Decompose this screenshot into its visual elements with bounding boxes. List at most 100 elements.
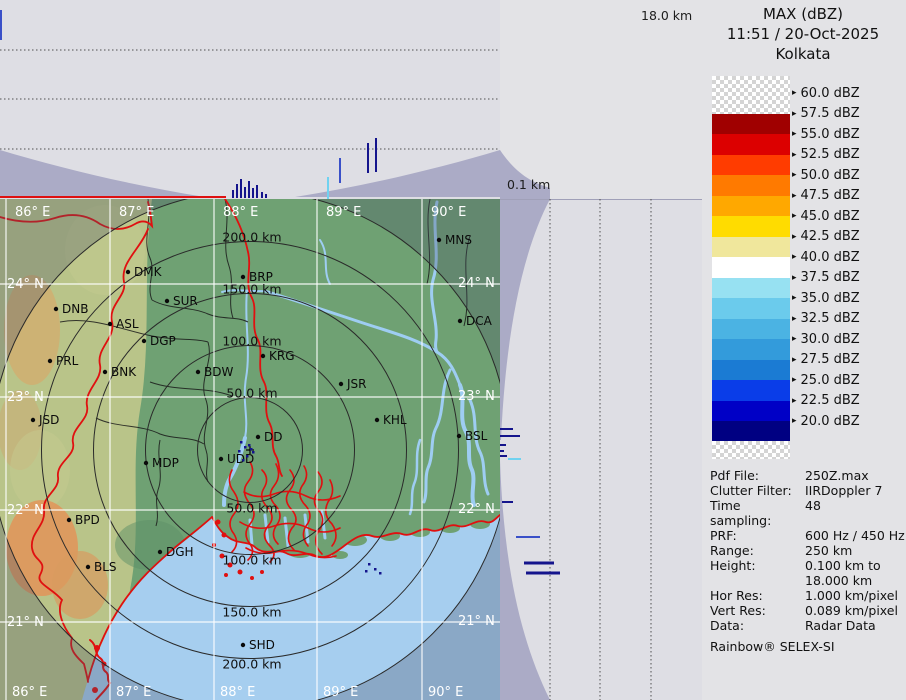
scale-band [712, 216, 790, 237]
echo-cell [252, 451, 255, 454]
scan-timestamp: 11:51 / 20-Oct-2025 [700, 24, 906, 44]
scale-tick-label: ▸47.5 dBZ [792, 188, 860, 203]
city-label: JSD [38, 413, 59, 427]
city-dot [241, 275, 245, 279]
longitude-label: 88° E [220, 685, 255, 700]
scale-band-above-max [712, 76, 790, 114]
city-dot [457, 434, 461, 438]
city-dot [142, 339, 146, 343]
city-label: UDD [227, 452, 254, 466]
latitude-label: 24° N [458, 276, 495, 291]
city-dot [339, 382, 343, 386]
scale-tick-label: ▸45.0 dBZ [792, 209, 860, 224]
ring-distance-label: 200.0 km [222, 230, 281, 245]
city-dot [256, 435, 260, 439]
echo-cell [240, 441, 243, 444]
border-line-top-edge [0, 196, 226, 198]
city-label: BPD [75, 513, 100, 527]
longitude-label: 86° E [12, 685, 47, 700]
city-label: DD [264, 430, 282, 444]
scale-band [712, 237, 790, 258]
scale-tick-label: ▸55.0 dBZ [792, 127, 860, 142]
echo-cell [242, 459, 245, 462]
echo-cell [250, 448, 253, 451]
echo-cell [246, 455, 249, 458]
latitude-label: 24° N [7, 277, 44, 292]
longitude-label: 89° E [323, 685, 358, 700]
scale-tick-label: ▸30.0 dBZ [792, 332, 860, 347]
city-dot [458, 319, 462, 323]
scale-band-below-min [712, 421, 790, 441]
metadata-row: Pdf File:250Z.max [710, 468, 906, 483]
scale-tick-label: ▸25.0 dBZ [792, 373, 860, 388]
product-header: MAX (dBZ) 11:51 / 20-Oct-2025 Kolkata [700, 4, 906, 64]
scale-band [712, 134, 790, 155]
right-panel-bg [500, 199, 702, 700]
city-label: MDP [152, 456, 179, 470]
city-label: BSL [465, 429, 488, 443]
scale-band [712, 319, 790, 340]
scale-band [712, 278, 790, 299]
city-dot [158, 550, 162, 554]
product-name: MAX (dBZ) [700, 4, 906, 24]
city-dot [86, 565, 90, 569]
scale-band [712, 360, 790, 381]
ring-distance-label: 50.0 km [226, 501, 277, 516]
scale-tick-label: ▸20.0 dBZ [792, 414, 860, 429]
scale-tick-label: ▸27.5 dBZ [792, 352, 860, 367]
longitude-label: 89° E [326, 205, 361, 220]
city-label: KHL [383, 413, 407, 427]
scale-band-tail [712, 441, 790, 459]
metadata-row: PRF:600 Hz / 450 Hz [710, 528, 906, 543]
city-label: BRP [249, 270, 273, 284]
echo-cell [374, 568, 377, 571]
scale-tick-label: ▸50.0 dBZ [792, 168, 860, 183]
echo-cell [238, 450, 241, 453]
city-dot [437, 238, 441, 242]
scale-band [712, 196, 790, 217]
city-label: DGP [150, 334, 176, 348]
city-label: SUR [173, 294, 198, 308]
metadata-row: Range:250 km [710, 543, 906, 558]
city-dot [241, 643, 245, 647]
latitude-label: 22° N [458, 502, 495, 517]
scale-band [712, 114, 790, 135]
scale-tick-label: ▸60.0 dBZ [792, 86, 860, 101]
city-dot [261, 354, 265, 358]
echo-cell [368, 563, 371, 566]
ring-distance-label: 150.0 km [222, 605, 281, 620]
latitude-label: 21° N [458, 614, 495, 629]
city-dot [375, 418, 379, 422]
software-credit: Rainbow® SELEX-SI [710, 639, 906, 654]
scale-tick-label: ▸57.5 dBZ [792, 106, 860, 121]
metadata-row: Height:0.100 km to [710, 558, 906, 573]
city-dot [31, 418, 35, 422]
echo-cell [365, 570, 368, 573]
metadata-row: 18.000 km [710, 573, 906, 588]
scale-tick-label: ▸52.5 dBZ [792, 147, 860, 162]
city-label: BDW [204, 365, 233, 379]
vertical-projection-right-panel [500, 0, 702, 700]
vertical-projection-top-panel [0, 0, 500, 199]
metadata-row: Clutter Filter:IIRDoppler 7 [710, 483, 906, 498]
echo-cell [379, 572, 382, 575]
city-label: DCA [466, 314, 493, 328]
city-label: DMK [134, 265, 163, 279]
city-label: BLS [94, 560, 117, 574]
city-dot [54, 307, 58, 311]
metadata-row: Vert Res:0.089 km/pixel [710, 603, 906, 618]
city-dot [103, 370, 107, 374]
city-dot [48, 359, 52, 363]
city-dot [126, 270, 130, 274]
product-metadata: Pdf File:250Z.maxClutter Filter:IIRDoppl… [710, 468, 906, 654]
metadata-row: Data:Radar Data [710, 618, 906, 633]
latitude-label: 22° N [7, 503, 44, 518]
latitude-label: 23° N [7, 390, 44, 405]
ring-distance-label: 100.0 km [222, 334, 281, 349]
height-axis-max-label: 18.0 km [641, 8, 692, 23]
scale-band [712, 155, 790, 176]
city-dot [108, 322, 112, 326]
scale-band [712, 380, 790, 401]
city-label: PRL [56, 354, 79, 368]
scale-tick-label: ▸35.0 dBZ [792, 291, 860, 306]
